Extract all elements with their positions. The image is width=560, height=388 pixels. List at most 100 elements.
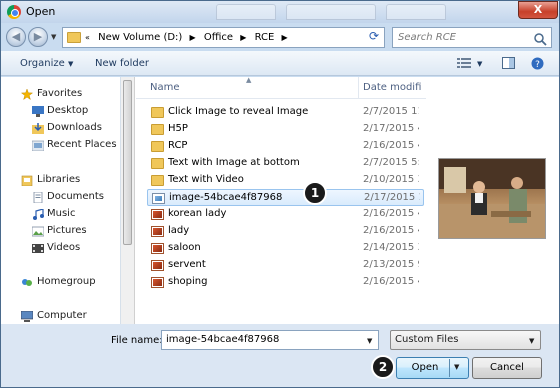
column-header-row: Name ▲ Date modifi — [136, 76, 426, 99]
address-bar[interactable]: « New Volume (D:) ▶ Office ▶ RCE ▶ ▼ — [62, 27, 414, 48]
breadcrumb-arrow-icon[interactable]: ▶ — [282, 33, 288, 42]
background-tab — [216, 4, 276, 20]
list-item[interactable]: H5P 2/17/2015 4: — [147, 121, 424, 138]
scrollbar-thumb[interactable] — [123, 80, 132, 245]
nav-computer[interactable]: Computer — [1, 308, 120, 324]
image-file-icon — [151, 277, 164, 288]
file-name: Text with Video — [168, 174, 244, 185]
nav-homegroup[interactable]: Homegroup — [1, 274, 120, 290]
nav-documents[interactable]: Documents — [1, 189, 120, 205]
svg-text:?: ? — [535, 60, 540, 70]
open-dialog: Open X ◀ ▶ ▼ « New Volume (D:) ▶ Office … — [0, 0, 560, 388]
close-button[interactable]: X — [518, 1, 558, 19]
nav-computer-label: Computer — [37, 310, 87, 321]
view-dropdown-icon[interactable]: ▼ — [477, 60, 482, 68]
folder-icon — [151, 175, 164, 186]
file-name: RCP — [168, 140, 188, 151]
file-type-value: Custom Files — [395, 334, 459, 345]
folder-icon — [151, 124, 164, 135]
list-item[interactable]: Text with Video 2/10/2015 3: — [147, 172, 424, 189]
preview-pane-icon[interactable] — [502, 57, 515, 69]
column-divider[interactable] — [358, 77, 359, 99]
breadcrumb-overflow[interactable]: « — [85, 33, 90, 42]
list-item[interactable]: Text with Image at bottom 2/7/2015 5:3 — [147, 155, 424, 172]
breadcrumb-office[interactable]: Office — [204, 32, 233, 43]
image-file-icon — [151, 226, 164, 237]
file-name: servent — [168, 259, 206, 270]
list-item[interactable]: lady 2/16/2015 4: — [147, 223, 424, 240]
file-name: lady — [168, 225, 190, 236]
file-date: 2/13/2015 9: — [363, 259, 419, 270]
breadcrumb-arrow-icon[interactable]: ▶ — [240, 33, 246, 42]
search-icon[interactable] — [533, 32, 547, 46]
nav-favorites[interactable]: Favorites — [1, 86, 120, 102]
open-label: Open — [411, 362, 439, 373]
file-name-field[interactable]: image-54bcae4f87968 ▼ — [161, 330, 379, 350]
homegroup-icon — [22, 279, 32, 286]
file-name: saloon — [168, 242, 201, 253]
file-list: Name ▲ Date modifi Click Image to reveal… — [136, 76, 426, 324]
organize-button[interactable]: Organize ▼ — [20, 58, 73, 69]
nav-pictures[interactable]: Pictures — [1, 223, 120, 239]
folder-icon — [151, 141, 164, 152]
preview-photo-graphic — [439, 159, 545, 238]
refresh-icon[interactable]: ⟳ — [369, 29, 379, 43]
navigation-scrollbar[interactable] — [121, 77, 135, 324]
nav-libraries[interactable]: Libraries — [1, 172, 120, 188]
star-icon — [21, 89, 33, 100]
list-item-selected[interactable]: image-54bcae4f87968 2/17/2015 10 — [147, 189, 424, 206]
file-type-filter[interactable]: Custom Files ▼ — [390, 330, 541, 350]
videos-icon — [32, 244, 44, 253]
nav-music[interactable]: Music — [1, 206, 120, 222]
recent-pages-dropdown-icon[interactable]: ▼ — [51, 33, 56, 41]
window-title: Open — [26, 5, 56, 18]
step-badge-1: 1 — [303, 181, 327, 205]
search-placeholder: Search RCE — [398, 32, 457, 43]
file-date: 2/10/2015 3: — [363, 174, 419, 185]
cancel-button[interactable]: Cancel — [472, 357, 542, 379]
nav-homegroup-label: Homegroup — [37, 276, 96, 287]
breadcrumb-drive[interactable]: New Volume (D:) — [98, 32, 182, 43]
file-date: 2/17/2015 4: — [363, 123, 419, 134]
title-bar: Open X — [1, 1, 559, 23]
list-item[interactable]: servent 2/13/2015 9: — [147, 257, 424, 274]
column-header-name[interactable]: Name — [150, 82, 180, 93]
nav-videos-label: Videos — [47, 242, 81, 253]
nav-downloads[interactable]: Downloads — [1, 120, 120, 136]
nav-recent-places[interactable]: Recent Places — [1, 137, 120, 153]
list-item[interactable]: shoping 2/16/2015 4: — [147, 274, 424, 291]
column-header-date[interactable]: Date modifi — [363, 82, 421, 93]
nav-desktop[interactable]: Desktop — [1, 103, 120, 119]
search-input[interactable]: Search RCE — [392, 27, 552, 48]
file-date: 2/7/2015 11: — [363, 106, 419, 117]
image-file-icon — [151, 209, 164, 220]
organize-dropdown-icon: ▼ — [68, 60, 74, 68]
file-name-value: image-54bcae4f87968 — [166, 334, 280, 345]
nav-pictures-label: Pictures — [47, 225, 87, 236]
dialog-footer: File name: image-54bcae4f87968 ▼ Custom … — [1, 324, 559, 387]
breadcrumb-arrow-icon[interactable]: ▶ — [190, 33, 196, 42]
list-item[interactable]: RCP 2/16/2015 4: — [147, 138, 424, 155]
forward-button[interactable]: ▶ — [28, 27, 48, 47]
file-name: image-54bcae4f87968 — [169, 192, 283, 203]
open-options-dropdown-icon[interactable]: ▼ — [454, 363, 459, 371]
documents-icon — [33, 192, 43, 203]
open-split-divider — [449, 359, 450, 377]
new-folder-button[interactable]: New folder — [95, 58, 149, 69]
help-icon[interactable]: ? — [531, 57, 544, 70]
image-file-icon — [151, 243, 164, 254]
view-options-icon[interactable] — [457, 57, 471, 69]
file-name-dropdown-icon[interactable]: ▼ — [367, 337, 372, 345]
back-button[interactable]: ◀ — [6, 27, 26, 47]
list-item[interactable]: korean lady 2/16/2015 4: — [147, 206, 424, 223]
folder-icon — [151, 158, 164, 169]
libraries-icon — [21, 175, 33, 186]
list-item[interactable]: Click Image to reveal Image 2/7/2015 11: — [147, 104, 424, 121]
file-name: Click Image to reveal Image — [168, 106, 309, 117]
file-type-dropdown-icon: ▼ — [529, 337, 535, 345]
list-item[interactable]: saloon 2/14/2015 3: — [147, 240, 424, 257]
file-name: korean lady — [168, 208, 227, 219]
nav-videos[interactable]: Videos — [1, 240, 120, 256]
breadcrumb-rce[interactable]: RCE — [255, 32, 275, 43]
file-date: 2/16/2015 4: — [363, 225, 419, 236]
